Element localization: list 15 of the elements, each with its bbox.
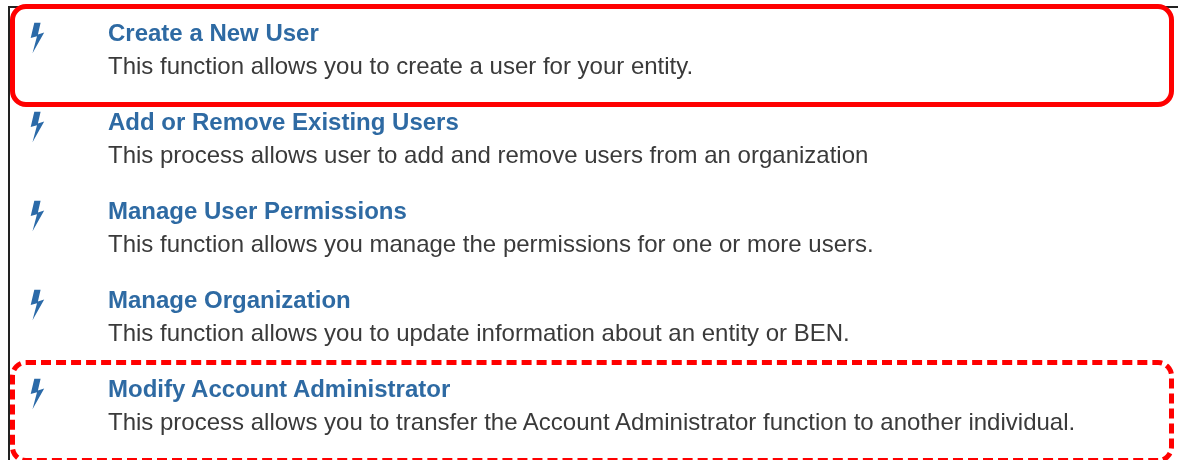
lightning-bolt-icon [28, 200, 46, 232]
item-title[interactable]: Manage User Permissions [108, 194, 874, 228]
item-title[interactable]: Manage Organization [108, 283, 850, 317]
item-description: This function allows you manage the permissions for one or more users. [108, 229, 874, 259]
lightning-bolt-icon [28, 289, 46, 321]
lightning-bolt-icon [28, 378, 46, 410]
item-description: This function allows you to update information about an entity or BEN. [108, 318, 850, 348]
item-description: This process allows you to transfer the Account Administrator function to another individual. [108, 407, 1076, 437]
item-title[interactable]: Add or Remove Existing Users [108, 105, 869, 139]
lightning-bolt-icon [28, 22, 46, 54]
item-description: This function allows you to create a user for your entity. [108, 51, 694, 81]
lightning-bolt-icon [28, 111, 46, 143]
item-title[interactable]: Create a New User [108, 16, 694, 50]
item-description: This process allows user to add and remove users from an organization [108, 140, 869, 170]
item-title[interactable]: Modify Account Administrator [108, 372, 1076, 406]
